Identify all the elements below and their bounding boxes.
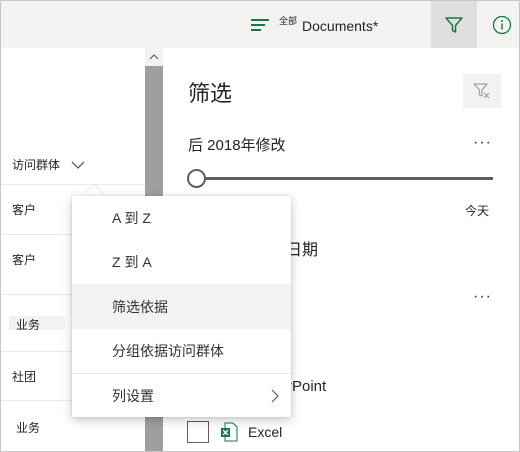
date-slider-track[interactable]	[197, 177, 493, 180]
command-bar: 全部 Documents*	[1, 1, 519, 48]
column-context-menu: A 到 Z Z 到 A 筛选依据 分组依据访问群体 列设置	[72, 196, 291, 417]
scroll-up-button[interactable]	[145, 48, 163, 66]
clear-filters-button[interactable]	[463, 74, 501, 108]
view-scope-label: 全部	[279, 16, 298, 26]
chevron-down-icon	[71, 161, 85, 169]
list-item-label: 客户	[12, 203, 37, 217]
list-item-label: 业务	[16, 318, 41, 332]
filetype-excel-option[interactable]: Excel	[187, 421, 282, 443]
list-item-label: 客户	[12, 253, 37, 267]
modified-filter-title: 后 2018年修改	[188, 137, 286, 154]
chevron-right-icon	[271, 389, 279, 403]
menu-item-label: 列设置	[112, 388, 154, 404]
slider-end-label: 今天	[465, 204, 490, 218]
view-title: Documents*	[302, 18, 379, 34]
more-options-button[interactable]: ···	[473, 134, 492, 152]
menu-item-filter-by[interactable]: 筛选依据	[72, 285, 291, 329]
info-icon	[492, 15, 512, 34]
list-item-label: 业务	[16, 421, 41, 435]
more-options-button-filetype[interactable]: ···	[473, 288, 492, 306]
chevron-up-icon	[149, 54, 159, 60]
menu-item-label: Z 到 A	[112, 254, 152, 270]
excel-label: Excel	[248, 424, 283, 440]
clear-filter-icon	[473, 83, 490, 99]
view-lines-icon	[249, 11, 271, 39]
filter-pane-title: 筛选	[188, 81, 233, 106]
date-slider-thumb[interactable]	[187, 169, 206, 188]
menu-item-label: 分组依据访问群体	[112, 343, 224, 359]
powerpoint-label-text: rPoint	[287, 378, 327, 395]
menu-item-column-settings[interactable]: 列设置	[72, 374, 291, 418]
column-header-label: 访问群体	[12, 158, 61, 172]
app-window: 全部 Documents* 访问群体 客户 客户 业务 社团 业务 筛选 后 2…	[0, 0, 520, 452]
menu-item-group-by-audience[interactable]: 分组依据访问群体	[72, 329, 291, 373]
filter-pane-button[interactable]	[431, 1, 477, 48]
column-header-audience[interactable]: 访问群体	[12, 156, 86, 173]
excel-file-icon	[221, 422, 238, 442]
info-button[interactable]	[485, 1, 519, 48]
menu-item-label: 筛选依据	[112, 299, 168, 315]
menu-item-sort-a-z[interactable]: A 到 Z	[72, 196, 291, 240]
excel-checkbox[interactable]	[187, 421, 209, 443]
menu-item-sort-z-a[interactable]: Z 到 A	[72, 240, 291, 284]
menu-item-label: A 到 Z	[112, 210, 151, 226]
filter-icon	[445, 16, 463, 33]
view-switcher[interactable]: 全部 Documents*	[249, 11, 378, 39]
list-item-label: 社团	[12, 370, 37, 384]
